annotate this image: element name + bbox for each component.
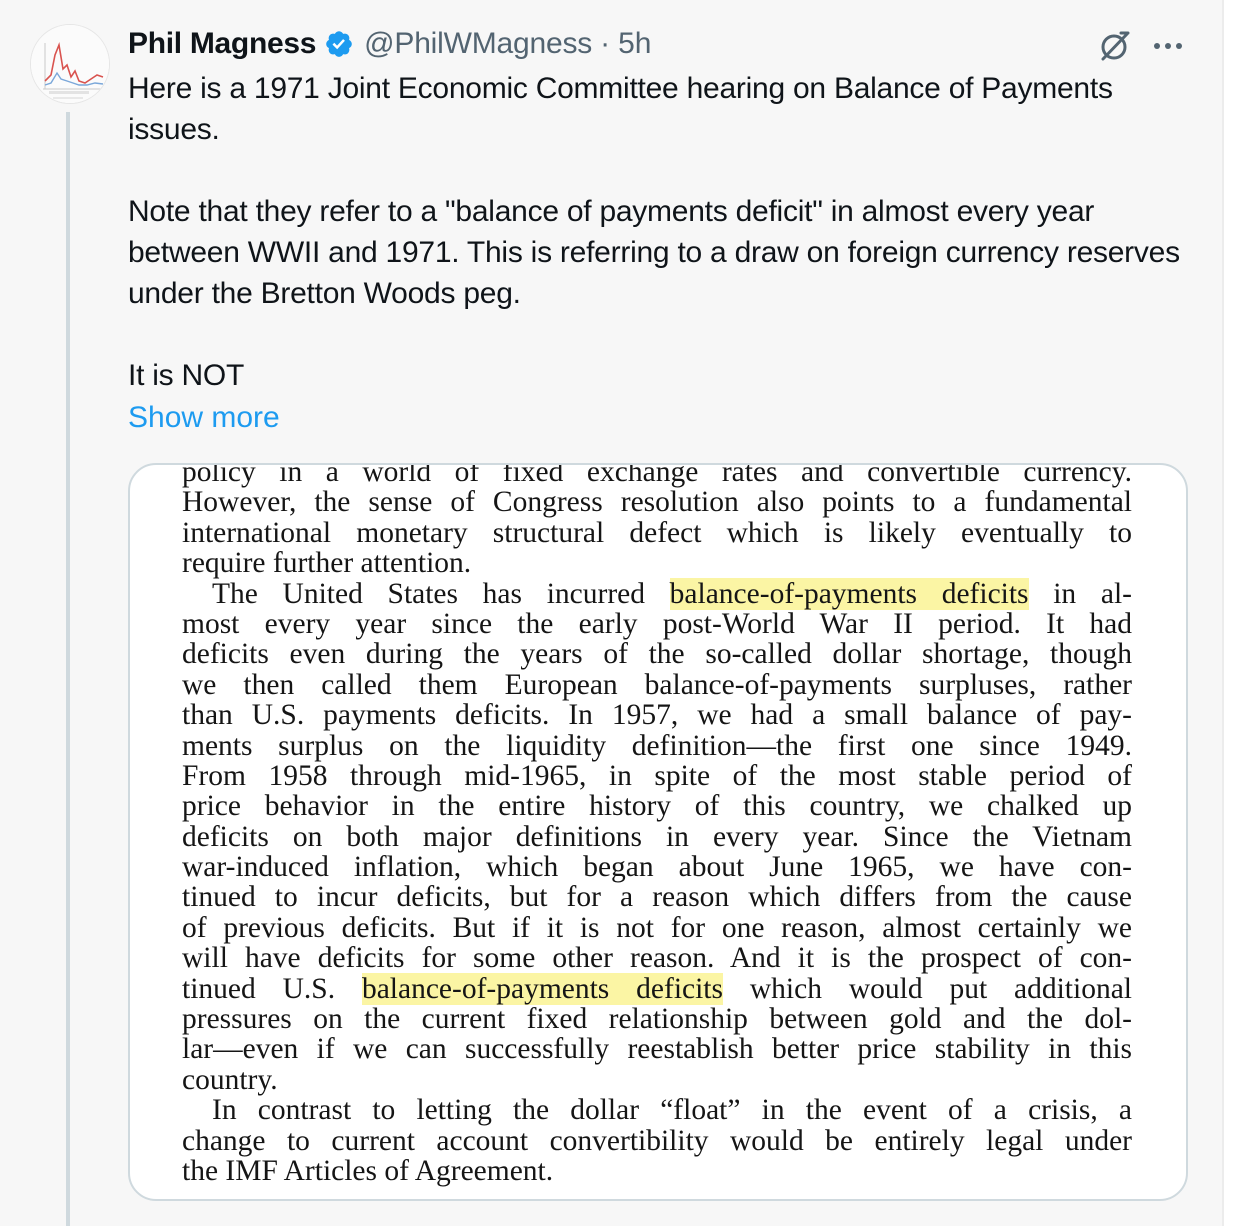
document-line: deficits even during the years of the so…: [182, 639, 1132, 669]
tweet-header: Phil Magness @PhilWMagness · 5h: [128, 24, 651, 64]
document-text: tinued to incur deficits, but for a reas…: [182, 881, 1132, 914]
document-line: the IMF Articles of Agreement.: [182, 1156, 1132, 1186]
more-options-icon[interactable]: [1148, 26, 1188, 66]
document-line: war-induced inflation, which began about…: [182, 852, 1132, 882]
document-line: most every year since the early post-Wor…: [182, 609, 1132, 639]
document-line: will have deficits for some other reason…: [182, 943, 1132, 973]
document-line: ments surplus on the liquidity definitio…: [182, 729, 1132, 762]
document-text: international monetary structural defect…: [182, 516, 1132, 549]
tweet[interactable]: Phil Magness @PhilWMagness · 5h Here is …: [0, 0, 1222, 1226]
document-text: deficits on both major definitions in ev…: [182, 820, 1132, 853]
document-line: lar—even if we can successfully reestabl…: [182, 1034, 1132, 1064]
document-line: price behavior in the entire history of …: [182, 791, 1132, 821]
document-text: price behavior in the entire history of …: [182, 790, 1132, 823]
page-gutter: [1224, 0, 1246, 1226]
document-text: ments surplus on the liquidity definitio…: [182, 729, 1132, 762]
document-line: than U.S. payments deficits. In 1957, we…: [182, 700, 1132, 730]
document-text: The United States has incurred: [212, 577, 670, 610]
highlighted-phrase: balance-of-payments deficits: [361, 972, 723, 1005]
document-line: tinued to incur deficits, but for a reas…: [182, 882, 1132, 912]
thread-line: [66, 112, 70, 1226]
highlighted-phrase: balance-of-payments deficits: [669, 577, 1029, 610]
avatar[interactable]: [30, 24, 110, 104]
document-text: require further attention.: [182, 547, 472, 580]
document-text: of previous deficits. But if it is not f…: [182, 911, 1132, 944]
document-text: than U.S. payments deficits. In 1957, we…: [182, 699, 1132, 732]
document-line: From 1958 through mid-1965, in spite of …: [182, 761, 1132, 791]
show-more-link[interactable]: Show more: [128, 397, 280, 438]
document-text: tinued U.S.: [182, 972, 362, 1005]
document-text: From 1958 through mid-1965, in spite of …: [182, 759, 1132, 792]
scanned-document-text: policy in a world of fixed exchange rate…: [182, 463, 1132, 1186]
document-text: country.: [182, 1063, 278, 1096]
document-text: However, the sense of Congress resolutio…: [182, 486, 1132, 519]
document-line: change to current account convertibility…: [182, 1124, 1132, 1157]
author-handle[interactable]: @PhilWMagness: [364, 27, 592, 61]
document-text: we then called them European balance-of-…: [182, 668, 1132, 701]
document-text: will have deficits for some other reason…: [182, 942, 1132, 975]
grok-icon[interactable]: [1094, 26, 1134, 66]
document-line: In contrast to letting the dollar “float…: [182, 1095, 1132, 1125]
document-line: However, the sense of Congress resolutio…: [182, 487, 1132, 517]
tweet-image[interactable]: policy in a world of fixed exchange rate…: [128, 463, 1188, 1201]
avatar-chart-icon: [31, 25, 109, 103]
document-text: change to current account convertibility…: [182, 1124, 1132, 1157]
document-line: pressures on the current fixed relations…: [182, 1004, 1132, 1034]
document-text: In contrast to letting the dollar “float…: [212, 1094, 1132, 1127]
author-name[interactable]: Phil Magness: [128, 27, 316, 61]
document-line: tinued U.S. balance-of-payments deficits…: [182, 972, 1132, 1005]
document-line: international monetary structural defect…: [182, 518, 1132, 548]
document-line: country.: [182, 1065, 1132, 1095]
tweet-paragraph: It is NOT: [128, 359, 245, 392]
tweet-paragraph: Here is a 1971 Joint Economic Committee …: [128, 72, 1113, 146]
document-line: The United States has incurred balance-o…: [182, 577, 1132, 610]
verified-badge-icon[interactable]: [324, 29, 354, 59]
document-text: deficits even during the years of the so…: [182, 638, 1132, 671]
document-text: lar—even if we can successfully reestabl…: [182, 1033, 1132, 1066]
document-text: war-induced inflation, which began about…: [182, 851, 1132, 884]
post-timestamp[interactable]: 5h: [618, 27, 651, 61]
document-line: policy in a world of fixed exchange rate…: [182, 463, 1132, 488]
document-line: require further attention.: [182, 548, 1132, 578]
document-text: which would put additional: [723, 972, 1132, 1005]
document-line: we then called them European balance-of-…: [182, 670, 1132, 700]
document-text: most every year since the early post-Wor…: [182, 607, 1132, 640]
tweet-paragraph: Note that they refer to a "balance of pa…: [128, 195, 1180, 310]
tweet-text: Here is a 1971 Joint Economic Committee …: [128, 68, 1188, 396]
document-text: in al-: [1028, 577, 1132, 610]
document-text: policy in a world of fixed exchange rate…: [182, 463, 1132, 488]
document-text: pressures on the current fixed relations…: [182, 1003, 1132, 1036]
separator-dot: ·: [600, 27, 611, 60]
document-line: of previous deficits. But if it is not f…: [182, 913, 1132, 943]
document-text: the IMF Articles of Agreement.: [182, 1154, 554, 1187]
document-line: deficits on both major definitions in ev…: [182, 820, 1132, 853]
